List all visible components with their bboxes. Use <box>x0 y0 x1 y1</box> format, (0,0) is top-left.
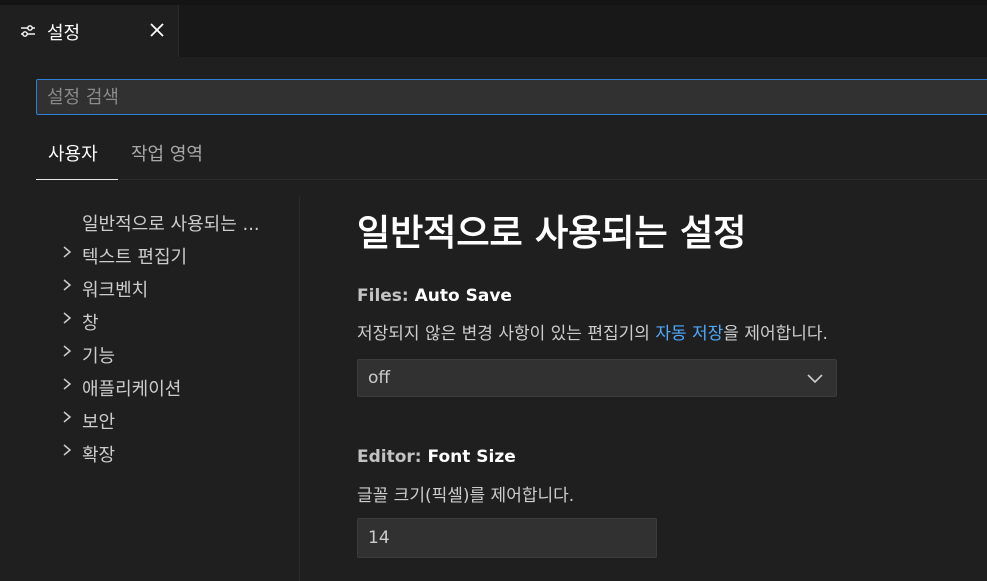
search-input[interactable] <box>37 80 987 114</box>
settings-sliders-icon <box>20 23 36 37</box>
chevron-right-icon <box>60 376 74 392</box>
setting-title-font-size: Editor: Font Size <box>357 447 516 467</box>
tab-workspace[interactable]: 작업 영역 <box>131 139 203 180</box>
setting-description-auto-save: 저장되지 않은 변경 사항이 있는 편집기의 자동 저장을 제어합니다. <box>357 319 828 344</box>
auto-save-select[interactable]: off <box>357 359 837 397</box>
setting-name: Auto Save <box>414 286 512 306</box>
auto-save-link[interactable]: 자동 저장 <box>655 324 723 344</box>
toc-item-features[interactable]: 기능 <box>0 335 299 367</box>
settings-search-box <box>36 79 987 115</box>
toc-item-commonly-used[interactable]: 일반적으로 사용되는 ... <box>0 203 299 235</box>
chevron-down-icon <box>806 370 824 386</box>
tab-title: 설정 <box>47 23 81 44</box>
toc-item-label: 창 <box>82 313 99 334</box>
chevron-right-icon <box>60 244 74 260</box>
description-text: 을 제어합니다. <box>723 324 828 344</box>
close-icon[interactable] <box>148 21 166 39</box>
chevron-right-icon <box>60 442 74 458</box>
toc-item-label: 텍스트 편집기 <box>82 247 188 268</box>
setting-title-auto-save: Files: Auto Save <box>357 286 512 306</box>
chevron-right-icon <box>60 277 74 293</box>
tab-user[interactable]: 사용자 <box>36 139 118 180</box>
chevron-right-icon <box>60 409 74 425</box>
toc-item-text-editor[interactable]: 텍스트 편집기 <box>0 236 299 268</box>
scope-tabs: 사용자 작업 영역 <box>36 139 987 180</box>
toc-item-label: 워크벤치 <box>82 280 149 301</box>
toc-item-application[interactable]: 애플리케이션 <box>0 368 299 400</box>
setting-category: Files: <box>357 286 415 306</box>
description-text: 저장되지 않은 변경 사항이 있는 편집기의 <box>357 324 656 344</box>
select-value: off <box>368 368 391 388</box>
toc-item-label: 보안 <box>82 412 116 433</box>
font-size-input[interactable] <box>358 519 656 557</box>
setting-name: Font Size <box>427 447 516 467</box>
settings-content: 일반적으로 사용되는 설정 Files: Auto Save 저장되지 않은 변… <box>357 196 987 581</box>
toc-item-window[interactable]: 창 <box>0 302 299 334</box>
toc-item-label: 일반적으로 사용되는 ... <box>82 214 260 235</box>
section-title: 일반적으로 사용되는 설정 <box>357 213 747 254</box>
toc-item-label: 확장 <box>82 445 116 466</box>
settings-toc: 일반적으로 사용되는 ... 텍스트 편집기 워크벤치 창 기능 애플리케이션 <box>0 196 300 581</box>
chevron-right-icon <box>60 310 74 326</box>
setting-description-font-size: 글꼴 크기(픽셀)를 제어합니다. <box>357 481 574 506</box>
setting-category: Editor: <box>357 447 428 467</box>
toc-item-security[interactable]: 보안 <box>0 401 299 433</box>
toc-item-workbench[interactable]: 워크벤치 <box>0 269 299 301</box>
editor-tab-bar: 설정 <box>0 0 987 57</box>
toc-item-extensions[interactable]: 확장 <box>0 434 299 466</box>
toc-item-label: 애플리케이션 <box>82 379 182 400</box>
description-text: 글꼴 크기(픽셀)를 제어합니다. <box>357 486 575 506</box>
chevron-right-icon <box>60 343 74 359</box>
toc-item-label: 기능 <box>82 346 116 367</box>
settings-tab[interactable]: 설정 <box>0 5 179 57</box>
font-size-field <box>357 518 657 558</box>
